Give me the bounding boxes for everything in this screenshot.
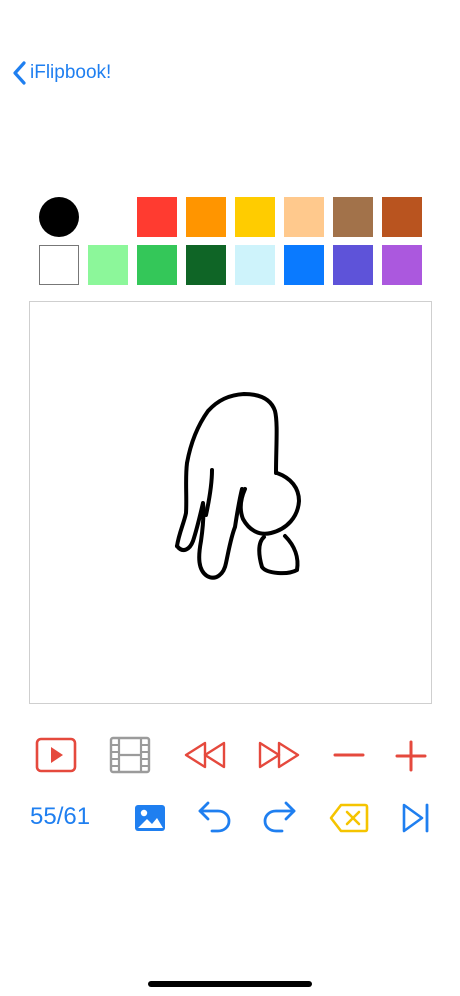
drawing-stroke	[204, 468, 214, 517]
back-button-label: iFlipbook!	[30, 62, 112, 83]
drawing-canvas[interactable]	[29, 301, 432, 704]
rewind-button[interactable]	[182, 738, 228, 772]
drawing-strokes	[175, 392, 301, 580]
current-brush-color[interactable]	[39, 197, 79, 237]
drawing-stroke	[257, 534, 300, 576]
skip-to-end-button[interactable]	[399, 801, 431, 835]
color-swatch-peach[interactable]	[284, 197, 324, 237]
plus-icon	[395, 740, 427, 772]
undo-button[interactable]	[195, 799, 233, 835]
rewind-icon	[184, 741, 226, 769]
color-swatch-indigo[interactable]	[333, 245, 373, 285]
redo-button[interactable]	[261, 799, 299, 835]
color-swatch-brown[interactable]	[333, 197, 373, 237]
delete-icon	[329, 803, 369, 833]
import-image-button[interactable]	[132, 802, 168, 834]
image-icon	[135, 805, 165, 831]
minus-icon	[333, 753, 365, 757]
color-swatch-blue[interactable]	[284, 245, 324, 285]
chevron-left-icon	[13, 61, 26, 85]
redo-icon	[263, 801, 296, 833]
frame-counter: 55/61	[30, 803, 91, 830]
drawing-stroke	[175, 392, 279, 548]
skip-to-end-icon	[402, 803, 429, 833]
remove-frame-button[interactable]	[332, 740, 366, 770]
play-icon	[35, 737, 77, 773]
drawing-stroke	[238, 471, 301, 536]
delete-frame-button[interactable]	[328, 802, 370, 834]
home-indicator[interactable]	[148, 981, 312, 987]
undo-icon	[198, 801, 231, 833]
color-swatch-white[interactable]	[39, 245, 79, 285]
fast-forward-icon	[258, 741, 300, 769]
filmstrip-button[interactable]	[108, 735, 152, 775]
color-swatch-red[interactable]	[137, 197, 177, 237]
color-swatch-light-green[interactable]	[88, 245, 128, 285]
color-swatch-dark-green[interactable]	[186, 245, 226, 285]
add-frame-button[interactable]	[394, 739, 428, 773]
color-swatch-rust[interactable]	[382, 197, 422, 237]
color-swatch-yellow[interactable]	[235, 197, 275, 237]
back-button[interactable]: iFlipbook!	[12, 60, 111, 86]
color-swatch-purple[interactable]	[382, 245, 422, 285]
filmstrip-icon	[109, 736, 151, 774]
play-button[interactable]	[34, 736, 78, 774]
color-swatch-light-cyan[interactable]	[235, 245, 275, 285]
color-swatch-orange[interactable]	[186, 197, 226, 237]
color-swatch-green[interactable]	[137, 245, 177, 285]
fast-forward-button[interactable]	[256, 738, 302, 772]
